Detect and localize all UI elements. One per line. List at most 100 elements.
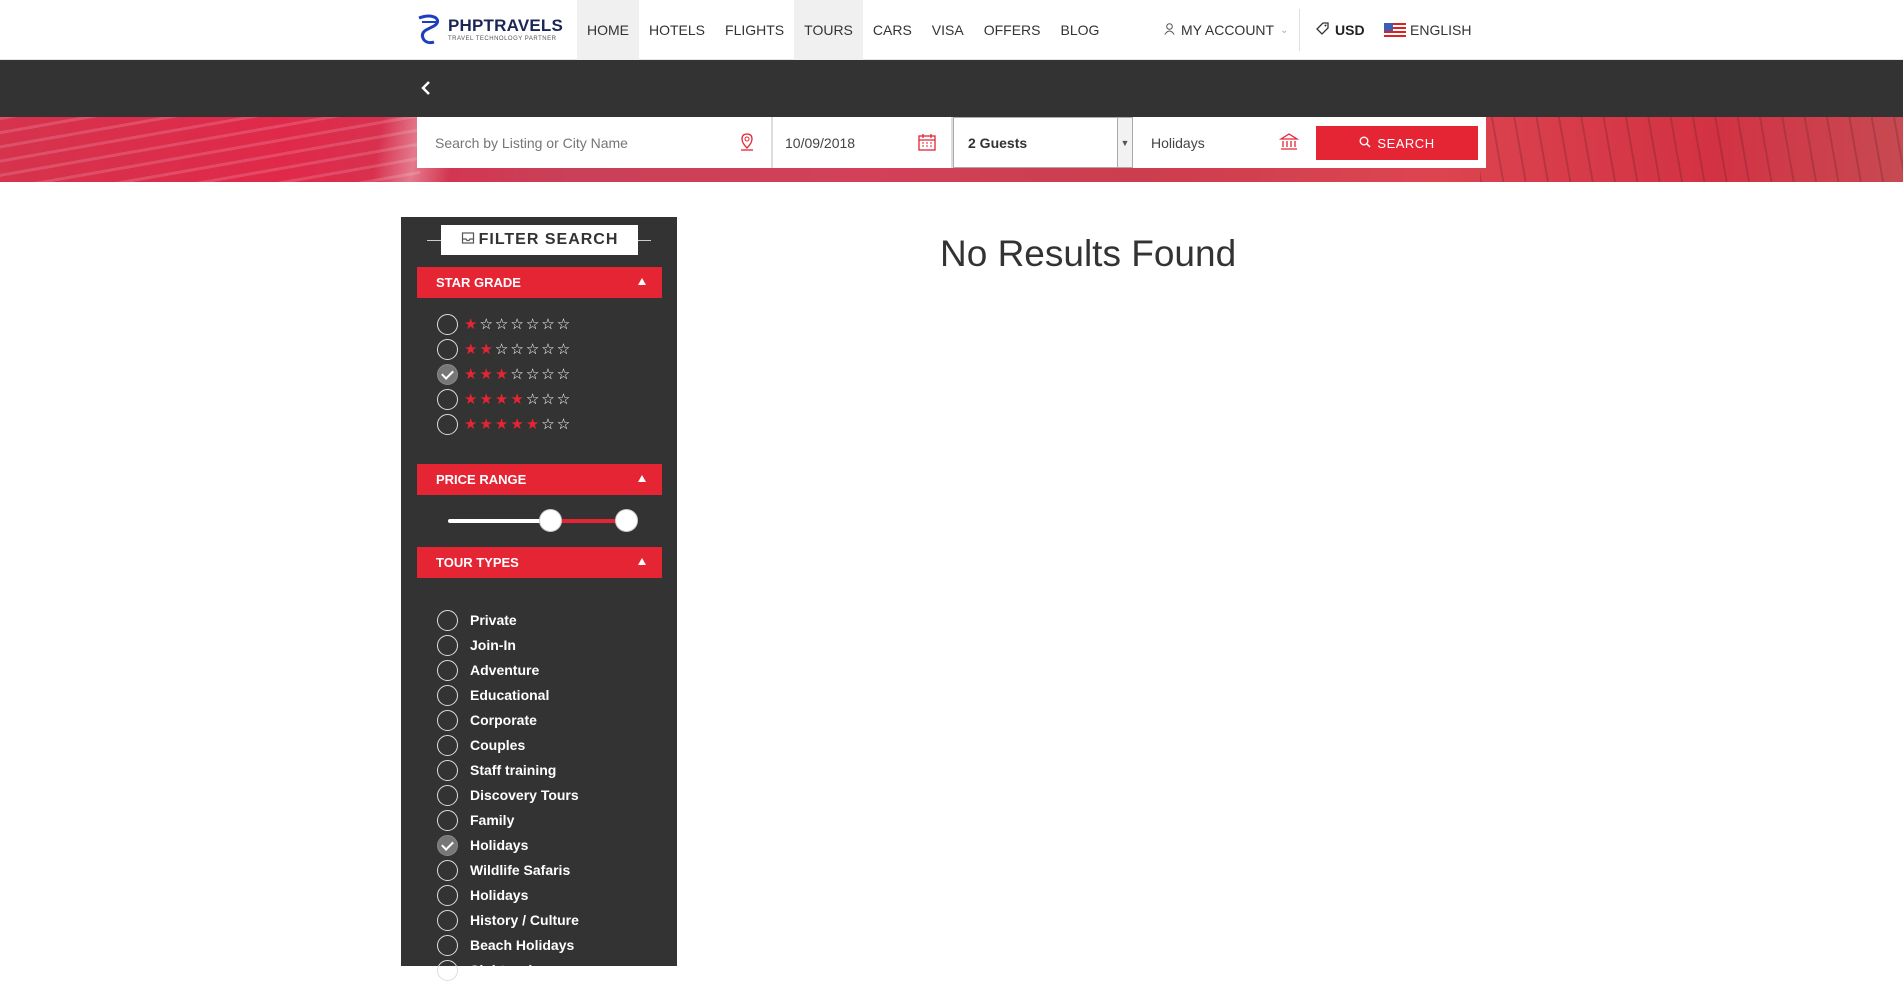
price-min-handle[interactable] bbox=[538, 509, 562, 532]
nav-flights[interactable]: FLIGHTS bbox=[715, 0, 794, 60]
star-filled-icon: ★ bbox=[464, 315, 478, 333]
tour-type-option[interactable]: Family bbox=[437, 809, 514, 831]
star-empty-icon: ☆ bbox=[510, 340, 524, 358]
tour-type-option[interactable]: Couples bbox=[437, 734, 525, 756]
tour-type-radio[interactable] bbox=[437, 959, 458, 981]
star-grade-option[interactable]: ★ ★ ★ ★ ☆ ☆ ☆ bbox=[437, 388, 570, 410]
language-selector[interactable]: ENGLISH bbox=[1384, 0, 1471, 60]
listing-search-input[interactable] bbox=[435, 134, 725, 151]
star-rating: ★ ☆ ☆ ☆ ☆ ☆ ☆ bbox=[464, 317, 570, 332]
star-grade-header[interactable]: STAR GRADE bbox=[417, 267, 662, 298]
tour-type-radio[interactable] bbox=[437, 659, 458, 681]
chevron-down-icon: ⌄ bbox=[1280, 24, 1289, 36]
caret-up-icon bbox=[638, 475, 646, 482]
star-filled-icon: ★ bbox=[479, 365, 493, 383]
nav-tours[interactable]: TOURS bbox=[794, 0, 863, 60]
tour-type-radio[interactable] bbox=[437, 609, 458, 631]
tour-type-option[interactable]: Staff training bbox=[437, 759, 556, 781]
price-max-handle[interactable] bbox=[615, 509, 639, 532]
star-grade-radio[interactable] bbox=[437, 413, 458, 435]
nav-visa[interactable]: VISA bbox=[922, 0, 974, 60]
star-grade-option[interactable]: ★ ★ ★ ☆ ☆ ☆ ☆ bbox=[437, 363, 570, 385]
tour-type-radio[interactable] bbox=[437, 934, 458, 956]
tour-type-option[interactable]: Corporate bbox=[437, 709, 537, 731]
star-empty-icon: ☆ bbox=[494, 315, 509, 333]
nav-hotels[interactable]: HOTELS bbox=[639, 0, 715, 60]
tour-type-label: History / Culture bbox=[470, 912, 579, 928]
tour-type-radio[interactable] bbox=[437, 809, 458, 831]
tour-type-label: Join-In bbox=[470, 637, 516, 653]
tour-type-option[interactable]: Holidays bbox=[437, 834, 528, 856]
nav-offers[interactable]: OFFERS bbox=[974, 0, 1051, 60]
search-icon bbox=[1359, 136, 1371, 151]
tour-type-option[interactable]: Sightseeing bbox=[437, 959, 549, 981]
tour-types-label: TOUR TYPES bbox=[436, 555, 519, 570]
search-button[interactable]: SEARCH bbox=[1316, 126, 1478, 160]
tour-type-option[interactable]: Join-In bbox=[437, 634, 516, 656]
guests-select[interactable]: 2 Guests ▼ bbox=[953, 117, 1133, 168]
filter-title-block: FILTER SEARCH bbox=[427, 224, 651, 256]
nav-blog[interactable]: BLOG bbox=[1050, 0, 1109, 60]
tour-type-label: Sightseeing bbox=[470, 962, 550, 978]
tour-type-radio[interactable] bbox=[437, 684, 458, 706]
star-rating: ★ ★ ★ ★ ★ ☆ ☆ bbox=[464, 417, 570, 432]
caret-up-icon bbox=[638, 558, 646, 565]
tag-icon bbox=[1316, 22, 1329, 38]
tour-type-option[interactable]: Discovery Tours bbox=[437, 784, 579, 806]
museum-icon bbox=[1278, 132, 1300, 152]
tour-type-option[interactable]: Beach Holidays bbox=[437, 934, 574, 956]
no-results-message: No Results Found bbox=[940, 233, 1237, 274]
brand-tagline: TRAVEL TECHNOLOGY PARTNER bbox=[448, 36, 557, 42]
tour-type-option[interactable]: Private bbox=[437, 609, 517, 631]
price-range-header[interactable]: PRICE RANGE bbox=[417, 464, 662, 495]
my-account-menu[interactable]: MY ACCOUNT ⌄ bbox=[1164, 0, 1288, 60]
star-grade-radio[interactable] bbox=[437, 363, 458, 385]
tour-type-radio[interactable] bbox=[437, 859, 458, 881]
price-range-slider[interactable] bbox=[448, 509, 639, 532]
guests-value: 2 Guests bbox=[968, 134, 1028, 151]
star-rating: ★ ★ ★ ☆ ☆ ☆ ☆ bbox=[464, 367, 570, 382]
star-filled-icon: ★ bbox=[510, 390, 524, 408]
nav-home[interactable]: HOME bbox=[577, 0, 639, 60]
tour-type-radio[interactable] bbox=[437, 734, 458, 756]
tour-type-radio[interactable] bbox=[437, 759, 458, 781]
tour-type-radio[interactable] bbox=[437, 834, 458, 856]
inbox-icon bbox=[461, 231, 475, 250]
brand-logo[interactable]: PHPTRAVELS TRAVEL TECHNOLOGY PARTNER bbox=[416, 12, 563, 48]
back-arrow-icon[interactable] bbox=[420, 78, 432, 100]
date-field[interactable]: 10/09/2018 bbox=[773, 117, 953, 168]
price-range-label: PRICE RANGE bbox=[436, 472, 527, 487]
tour-type-radio[interactable] bbox=[437, 884, 458, 906]
tour-type-option[interactable]: Wildlife Safaris bbox=[437, 859, 570, 881]
star-grade-radio[interactable] bbox=[437, 338, 458, 360]
star-empty-icon: ☆ bbox=[494, 340, 509, 358]
star-grade-option[interactable]: ★ ☆ ☆ ☆ ☆ ☆ ☆ bbox=[437, 313, 570, 335]
tour-types-header[interactable]: TOUR TYPES bbox=[417, 547, 662, 578]
tour-type-option[interactable]: Holidays bbox=[437, 884, 528, 906]
tour-type-option[interactable]: Adventure bbox=[437, 659, 539, 681]
star-empty-icon: ☆ bbox=[525, 315, 540, 333]
filter-title: FILTER SEARCH bbox=[441, 225, 638, 255]
star-filled-icon: ★ bbox=[464, 415, 478, 433]
tour-type-radio[interactable] bbox=[437, 909, 458, 931]
nav-cars[interactable]: CARS bbox=[863, 0, 922, 60]
tour-type-radio[interactable] bbox=[437, 784, 458, 806]
currency-selector[interactable]: USD bbox=[1316, 0, 1365, 60]
tour-type-label: Discovery Tours bbox=[470, 787, 579, 803]
star-grade-radio[interactable] bbox=[437, 388, 458, 410]
tour-type-radio[interactable] bbox=[437, 634, 458, 656]
star-grade-option[interactable]: ★ ★ ★ ★ ★ ☆ ☆ bbox=[437, 413, 570, 435]
tour-type-option[interactable]: History / Culture bbox=[437, 909, 579, 931]
star-grade-option[interactable]: ★ ★ ☆ ☆ ☆ ☆ ☆ bbox=[437, 338, 570, 360]
star-filled-icon: ★ bbox=[494, 365, 509, 383]
filter-title-label: FILTER SEARCH bbox=[478, 231, 619, 248]
tour-type-radio[interactable] bbox=[437, 709, 458, 731]
tour-type-label: Family bbox=[470, 812, 515, 828]
tour-type-option[interactable]: Educational bbox=[437, 684, 549, 706]
star-filled-icon: ★ bbox=[464, 365, 478, 383]
currency-label: USD bbox=[1335, 22, 1365, 38]
star-grade-radio[interactable] bbox=[437, 313, 458, 335]
star-filled-icon: ★ bbox=[525, 415, 540, 433]
tour-type-field[interactable]: Holidays bbox=[1133, 117, 1313, 168]
star-filled-icon: ★ bbox=[479, 340, 493, 358]
